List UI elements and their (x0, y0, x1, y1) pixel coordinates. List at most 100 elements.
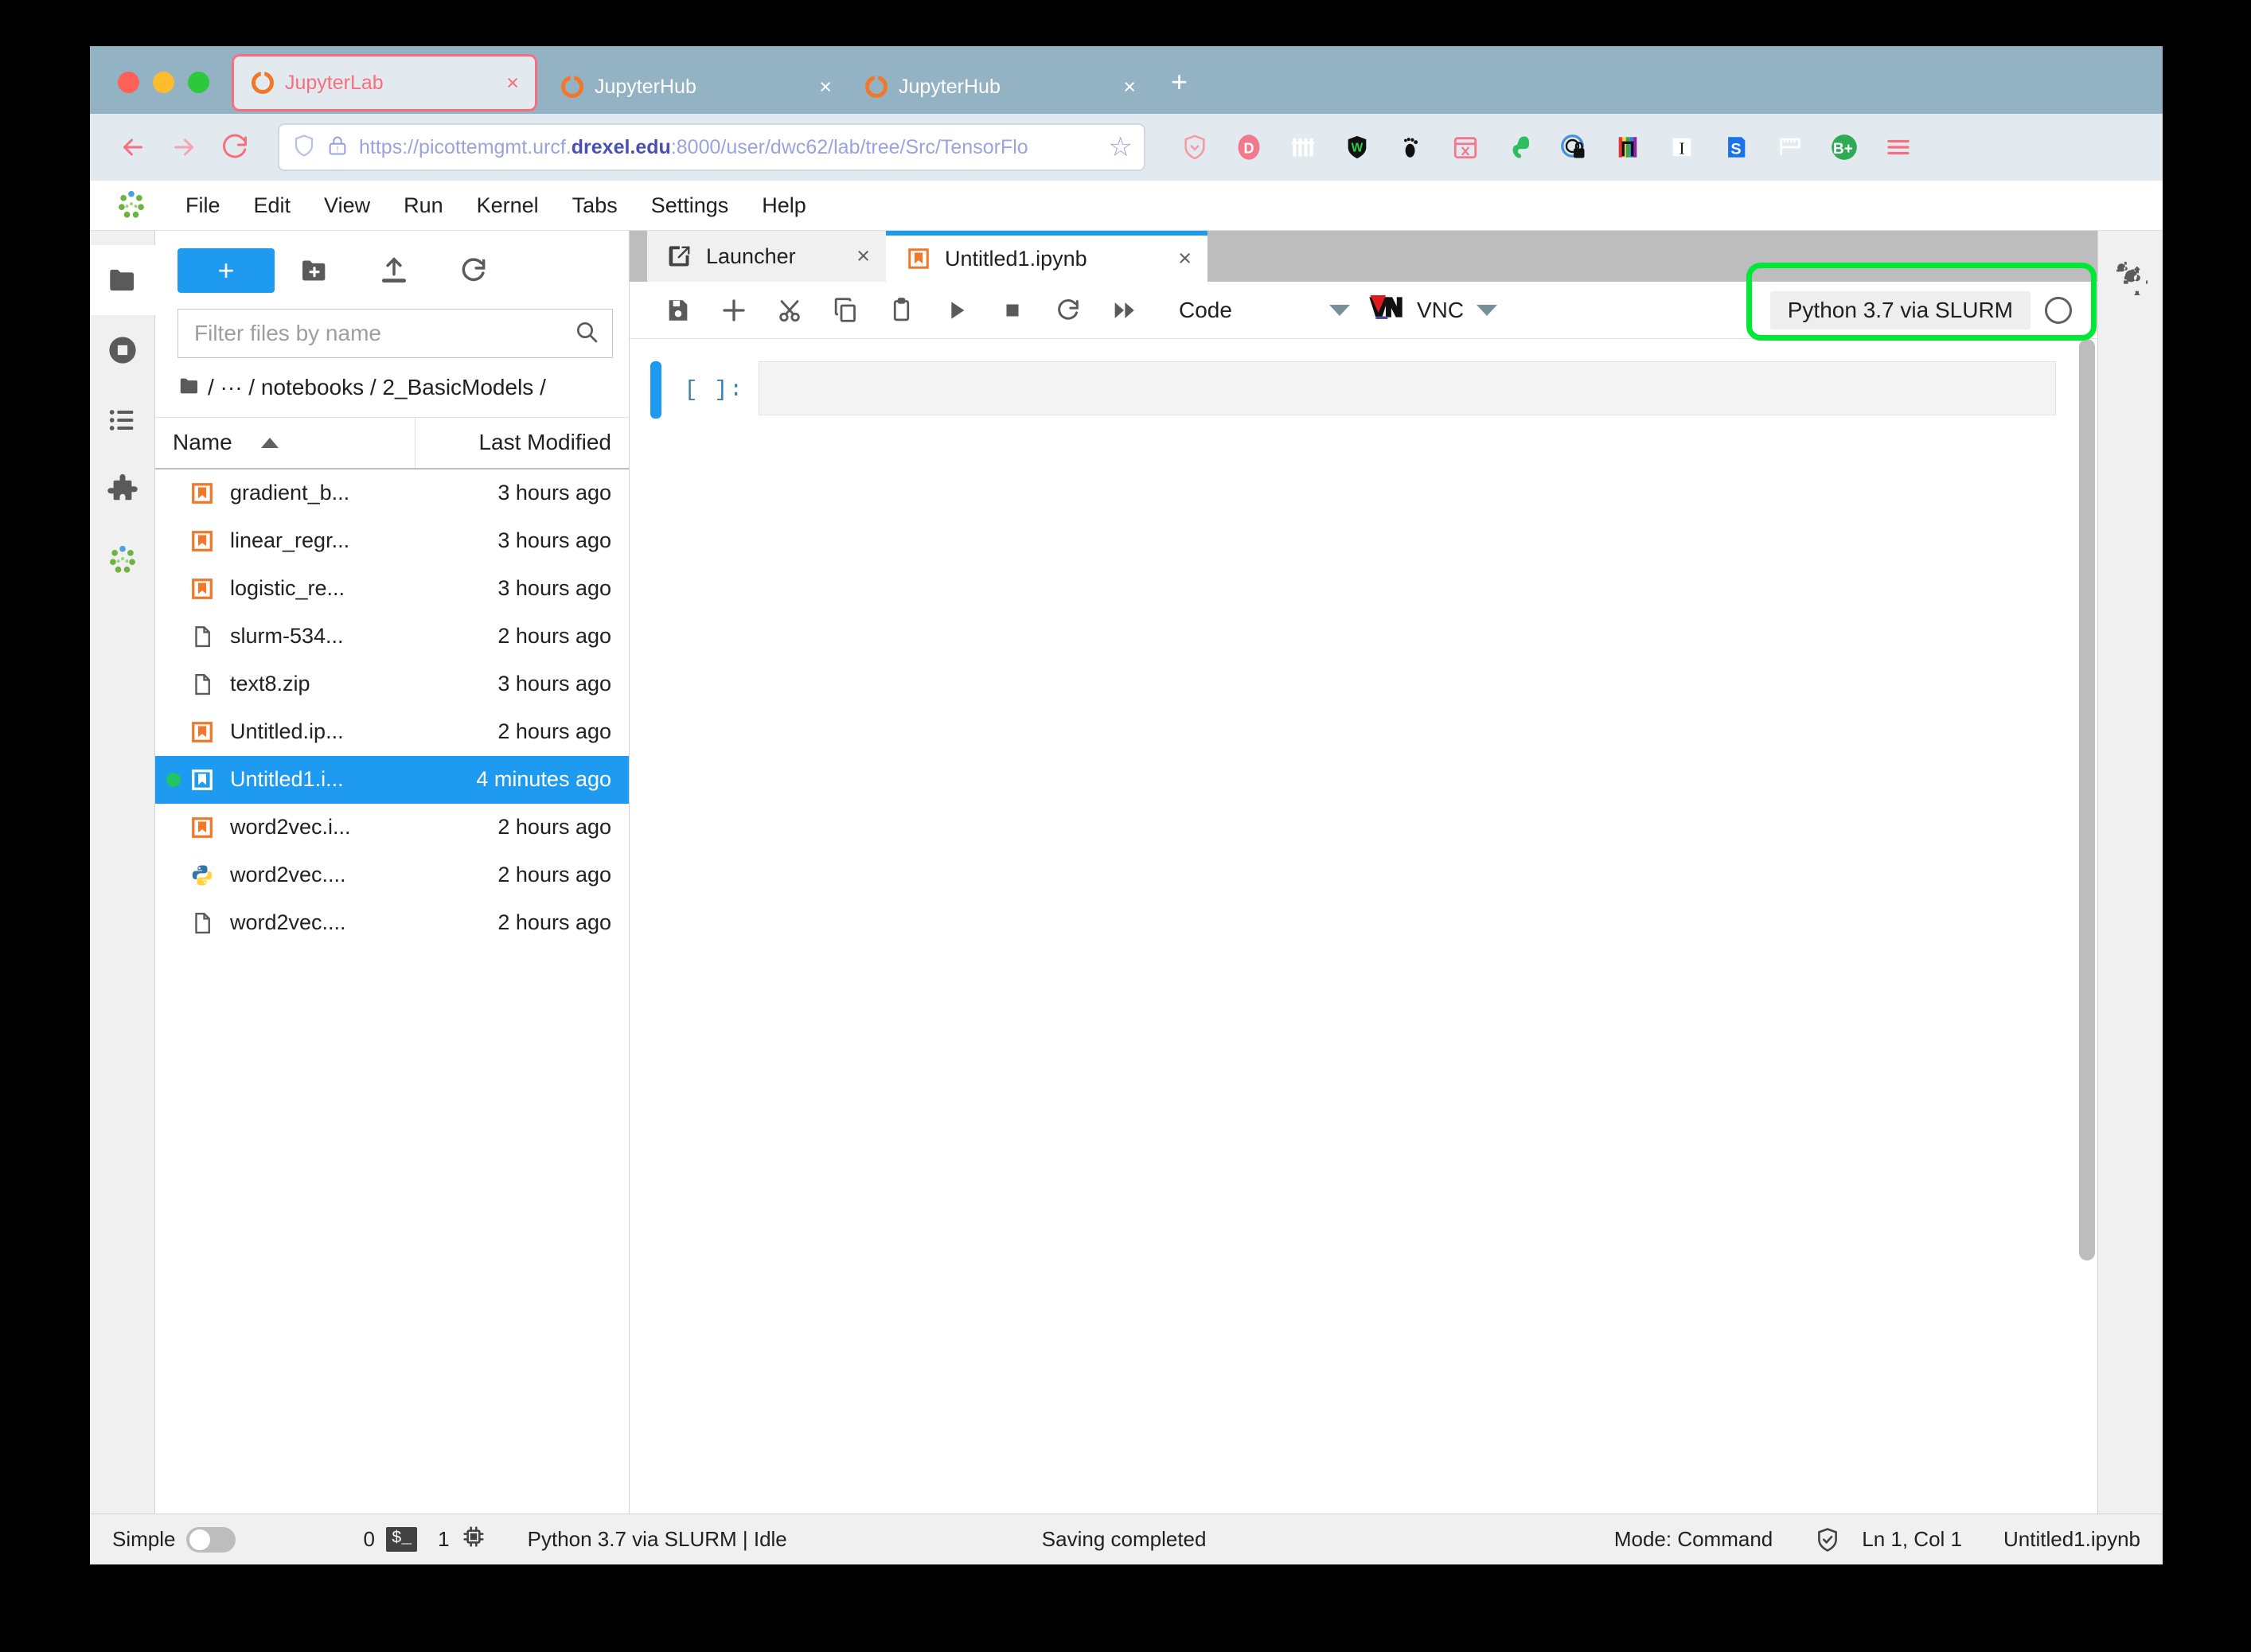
menu-edit[interactable]: Edit (240, 189, 306, 223)
notebook-scroll-area[interactable]: [ ]: (630, 339, 2077, 1514)
simple-mode-toggle[interactable] (186, 1526, 236, 1553)
file-list-item[interactable]: Untitled1.i... 4 minutes ago (155, 755, 629, 804)
sidebar-item-jupyter-logo[interactable] (90, 525, 155, 595)
kernel-status-text[interactable]: Python 3.7 via SLURM | Idle (528, 1527, 787, 1552)
run-icon[interactable] (929, 282, 985, 338)
menu-settings[interactable]: Settings (637, 189, 743, 223)
menu-tabs[interactable]: Tabs (558, 189, 632, 223)
insert-cell-icon[interactable] (706, 282, 762, 338)
ruler-icon[interactable] (1763, 122, 1817, 173)
vnc-menu[interactable]: VNC (1367, 293, 1498, 327)
file-list-item[interactable]: word2vec.i... 2 hours ago (155, 804, 629, 851)
menu-run[interactable]: Run (389, 189, 458, 223)
browser-tab-jupyterhub-1[interactable]: JupyterHub × (544, 60, 848, 114)
menu-file[interactable]: File (171, 189, 235, 223)
restart-run-all-icon[interactable] (1096, 282, 1152, 338)
scrollbar-thumb[interactable] (2079, 339, 2095, 1260)
running-kernel-indicator-icon (166, 582, 181, 596)
file-list-item[interactable]: word2vec.... 2 hours ago (155, 899, 629, 947)
hamburger-menu-icon[interactable] (1871, 122, 1925, 173)
launcher-icon (666, 243, 693, 270)
rainbow-icon[interactable] (1601, 122, 1655, 173)
bplus-icon[interactable]: B+ (1817, 122, 1871, 173)
tab-launcher[interactable]: Launcher × (647, 231, 886, 282)
file-list-item[interactable]: linear_regr... 3 hours ago (155, 517, 629, 565)
column-header-last-modified[interactable]: Last Modified (415, 430, 629, 455)
browser-tab-jupyterhub-2[interactable]: JupyterHub × (848, 60, 1152, 114)
new-folder-icon[interactable] (275, 248, 354, 293)
kernel-indicator[interactable]: Python 3.7 via SLURM (1769, 290, 2086, 329)
search-input[interactable] (193, 320, 574, 347)
file-list-item[interactable]: gradient_b... 3 hours ago (155, 469, 629, 517)
close-icon[interactable]: × (814, 76, 837, 98)
paste-icon[interactable] (873, 282, 929, 338)
forward-icon[interactable] (158, 122, 209, 173)
close-icon[interactable]: × (501, 72, 524, 94)
file-list[interactable]: gradient_b... 3 hours ago linear_regr... 3 … (155, 469, 629, 1514)
file-name: word2vec.... (230, 863, 346, 887)
sidebar-item-running-sessions[interactable] (90, 315, 155, 385)
lastpass-lock-icon[interactable] (1547, 122, 1601, 173)
footprint-icon[interactable] (1384, 122, 1438, 173)
copy-icon[interactable] (817, 282, 873, 338)
terminals-count-group[interactable]: 0 $_ (363, 1527, 418, 1552)
new-launcher-button[interactable]: + (178, 248, 275, 293)
kernels-count-group[interactable]: 1 (438, 1524, 486, 1555)
trust-shield-icon[interactable] (1814, 1526, 1841, 1553)
notebook-scrollbar[interactable] (2077, 339, 2097, 1514)
kernel-chip-icon (461, 1524, 486, 1555)
pocket-icon[interactable] (1438, 122, 1492, 173)
sidebar-item-file-browser[interactable] (90, 245, 155, 315)
d-badge-icon[interactable]: D (1222, 122, 1276, 173)
file-list-item[interactable]: text8.zip 3 hours ago (155, 660, 629, 708)
evernote-icon[interactable] (1492, 122, 1547, 173)
column-header-name[interactable]: Name (155, 417, 415, 468)
close-window-button[interactable] (118, 72, 139, 93)
file-list-item[interactable]: logistic_re... 3 hours ago (155, 565, 629, 613)
sidebar-item-extension-manager[interactable] (90, 455, 155, 525)
menu-view[interactable]: View (310, 189, 384, 223)
refresh-icon[interactable] (434, 248, 513, 293)
italic-icon[interactable]: I (1655, 122, 1709, 173)
browser-tab-jupyterlab[interactable]: JupyterLab × (232, 54, 537, 111)
upload-icon[interactable] (354, 248, 434, 293)
file-icon (187, 669, 217, 699)
menu-help[interactable]: Help (747, 189, 821, 223)
s-badge-icon[interactable]: S (1709, 122, 1763, 173)
save-icon[interactable] (650, 282, 706, 338)
sidebar-item-commands[interactable] (90, 385, 155, 455)
shield-icon[interactable] (1168, 122, 1222, 173)
cursor-position-text[interactable]: Ln 1, Col 1 (1862, 1527, 1962, 1552)
cut-icon[interactable] (762, 282, 817, 338)
kernel-name-chip[interactable]: Python 3.7 via SLURM (1769, 290, 2031, 329)
restart-icon[interactable] (1040, 282, 1096, 338)
columns-icon[interactable] (1276, 122, 1330, 173)
notebook-mode-text[interactable]: Mode: Command (1614, 1527, 1773, 1552)
menu-kernel[interactable]: Kernel (462, 189, 553, 223)
file-list-item[interactable]: word2vec.... 2 hours ago (155, 851, 629, 899)
simple-mode-toggle-group[interactable]: Simple (112, 1526, 236, 1553)
filter-files-box[interactable] (178, 309, 613, 358)
stop-icon[interactable] (985, 282, 1040, 338)
sidebar-item-property-inspector[interactable] (2098, 244, 2163, 314)
minimize-window-button[interactable] (153, 72, 174, 93)
file-list-item[interactable]: slurm-534... 2 hours ago (155, 613, 629, 660)
close-icon[interactable]: × (1118, 76, 1141, 98)
url-bar[interactable]: ! https://picottemgmt.urcf.drexel.edu:80… (278, 123, 1145, 171)
new-tab-button[interactable]: + (1152, 68, 1207, 114)
close-icon[interactable]: × (1168, 246, 1192, 272)
breadcrumb[interactable]: / ··· / notebooks / 2_BasicModels / (155, 358, 629, 417)
notebook-cell[interactable]: [ ]: (630, 361, 2077, 419)
cell-input-editor[interactable] (759, 361, 2056, 415)
running-kernel-indicator-icon (166, 629, 181, 644)
maximize-window-button[interactable] (188, 72, 209, 93)
cell-type-select[interactable]: Code (1179, 298, 1350, 323)
tab-untitled1-ipynb[interactable]: Untitled1.ipynb × (886, 231, 1207, 282)
w-shield-icon[interactable]: W (1330, 122, 1384, 173)
close-icon[interactable]: × (847, 244, 870, 270)
file-list-item[interactable]: Untitled.ip... 2 hours ago (155, 708, 629, 756)
back-icon[interactable] (107, 122, 158, 173)
lock-warning-icon[interactable]: ! (326, 134, 349, 162)
reload-icon[interactable] (209, 122, 260, 173)
bookmark-star-icon[interactable]: ☆ (1109, 131, 1133, 163)
